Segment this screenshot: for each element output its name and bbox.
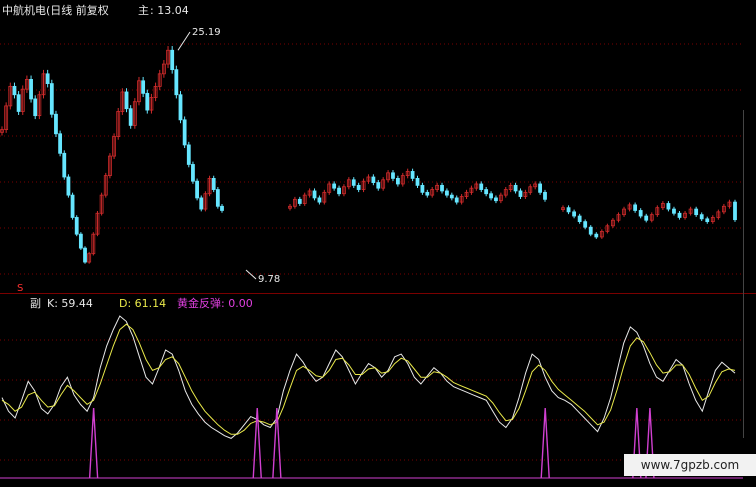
main-indicator-label: 主 bbox=[138, 4, 149, 17]
candle-body bbox=[410, 171, 415, 179]
candle-body bbox=[58, 133, 63, 154]
candle-body bbox=[489, 193, 493, 199]
candle-body bbox=[638, 210, 643, 217]
candle-body bbox=[733, 201, 737, 221]
candle-body bbox=[128, 108, 133, 126]
right-axis-line bbox=[743, 110, 744, 438]
low-arrow bbox=[245, 269, 257, 280]
candle-body bbox=[220, 205, 224, 211]
d-value: D: 61.14 bbox=[119, 297, 167, 310]
high-price-label: 25.19 bbox=[192, 27, 221, 38]
candle-body bbox=[33, 98, 38, 117]
candle-body bbox=[174, 69, 179, 96]
k-value: K: 59.44 bbox=[47, 297, 93, 310]
candle-body bbox=[312, 190, 317, 199]
panel-divider bbox=[0, 293, 756, 294]
candle-body bbox=[170, 49, 175, 71]
candle-body bbox=[484, 189, 489, 195]
candle-body bbox=[513, 184, 518, 192]
candle-body bbox=[699, 214, 704, 220]
candle-body bbox=[332, 183, 337, 189]
candle-body bbox=[391, 172, 395, 179]
candle-body bbox=[215, 189, 220, 207]
candle-body bbox=[543, 191, 547, 200]
candle-body bbox=[74, 217, 79, 235]
candle-body bbox=[445, 190, 449, 196]
candle-body bbox=[337, 187, 341, 195]
candle-body bbox=[297, 198, 302, 204]
candle-body bbox=[211, 177, 216, 190]
candle-body bbox=[666, 203, 671, 210]
sub-indicator-label: 副 bbox=[30, 297, 41, 310]
candle-body bbox=[356, 184, 361, 190]
candle-body bbox=[694, 208, 699, 216]
signal-spike bbox=[272, 407, 282, 479]
candle-body bbox=[633, 204, 638, 211]
candle-body bbox=[376, 182, 381, 189]
chart-canvas[interactable] bbox=[0, 0, 756, 487]
candle-body bbox=[518, 190, 523, 197]
candle-body bbox=[677, 212, 682, 218]
candle-body bbox=[29, 79, 33, 100]
candle-body bbox=[186, 144, 191, 165]
candle-body bbox=[78, 233, 83, 249]
candle-body bbox=[70, 194, 75, 218]
sell-marker: S bbox=[17, 283, 24, 294]
candle-body bbox=[705, 218, 710, 223]
candle-body bbox=[145, 92, 150, 111]
low-price-label: 9.78 bbox=[258, 274, 281, 285]
candle-body bbox=[588, 226, 593, 235]
candle-body bbox=[195, 180, 199, 199]
candle-body bbox=[644, 215, 649, 221]
candle-body bbox=[577, 215, 582, 223]
candle-body bbox=[594, 233, 599, 238]
candle-body bbox=[566, 207, 571, 213]
candle-body bbox=[62, 152, 67, 178]
candle-body bbox=[191, 164, 195, 182]
high-arrow bbox=[177, 31, 191, 51]
candle-body bbox=[182, 119, 187, 146]
candle-body bbox=[425, 191, 430, 196]
candle-body bbox=[317, 197, 322, 203]
main-indicator-value: : 13.04 bbox=[150, 4, 189, 17]
candle-body bbox=[583, 221, 588, 228]
chart-title: 中航机电(日线 前复权 bbox=[2, 4, 109, 17]
candle-body bbox=[199, 197, 204, 210]
candle-body bbox=[178, 94, 183, 121]
candle-body bbox=[420, 184, 425, 193]
candle-body bbox=[351, 179, 356, 186]
candle-body bbox=[66, 176, 71, 196]
golden-rebound-value: 黄金反弹: 0.00 bbox=[177, 297, 253, 310]
candle-body bbox=[494, 197, 498, 202]
candle-body bbox=[454, 197, 459, 203]
stock-chart-window: 中航机电(日线 前复权 主 : 13.04 25.19 9.78 S 副 K: … bbox=[0, 0, 756, 487]
candle-body bbox=[124, 91, 129, 110]
candle-body bbox=[45, 73, 50, 84]
candle-body bbox=[538, 183, 542, 193]
candle-body bbox=[49, 83, 54, 115]
candle-body bbox=[440, 184, 444, 192]
candle-body bbox=[572, 211, 576, 217]
candle-body bbox=[415, 177, 420, 186]
candle-body bbox=[16, 94, 21, 112]
candle-body bbox=[395, 177, 400, 185]
candle-body bbox=[449, 194, 454, 199]
watermark: www.7gpzb.com bbox=[624, 454, 756, 476]
candle-body bbox=[12, 85, 17, 96]
candle-body bbox=[83, 247, 87, 263]
signal-spike bbox=[88, 407, 99, 479]
candle-body bbox=[54, 113, 58, 135]
candle-body bbox=[672, 208, 676, 214]
candle-body bbox=[479, 183, 484, 190]
candle-body bbox=[141, 80, 146, 94]
candle-body bbox=[371, 176, 376, 183]
signal-spike bbox=[540, 407, 550, 479]
